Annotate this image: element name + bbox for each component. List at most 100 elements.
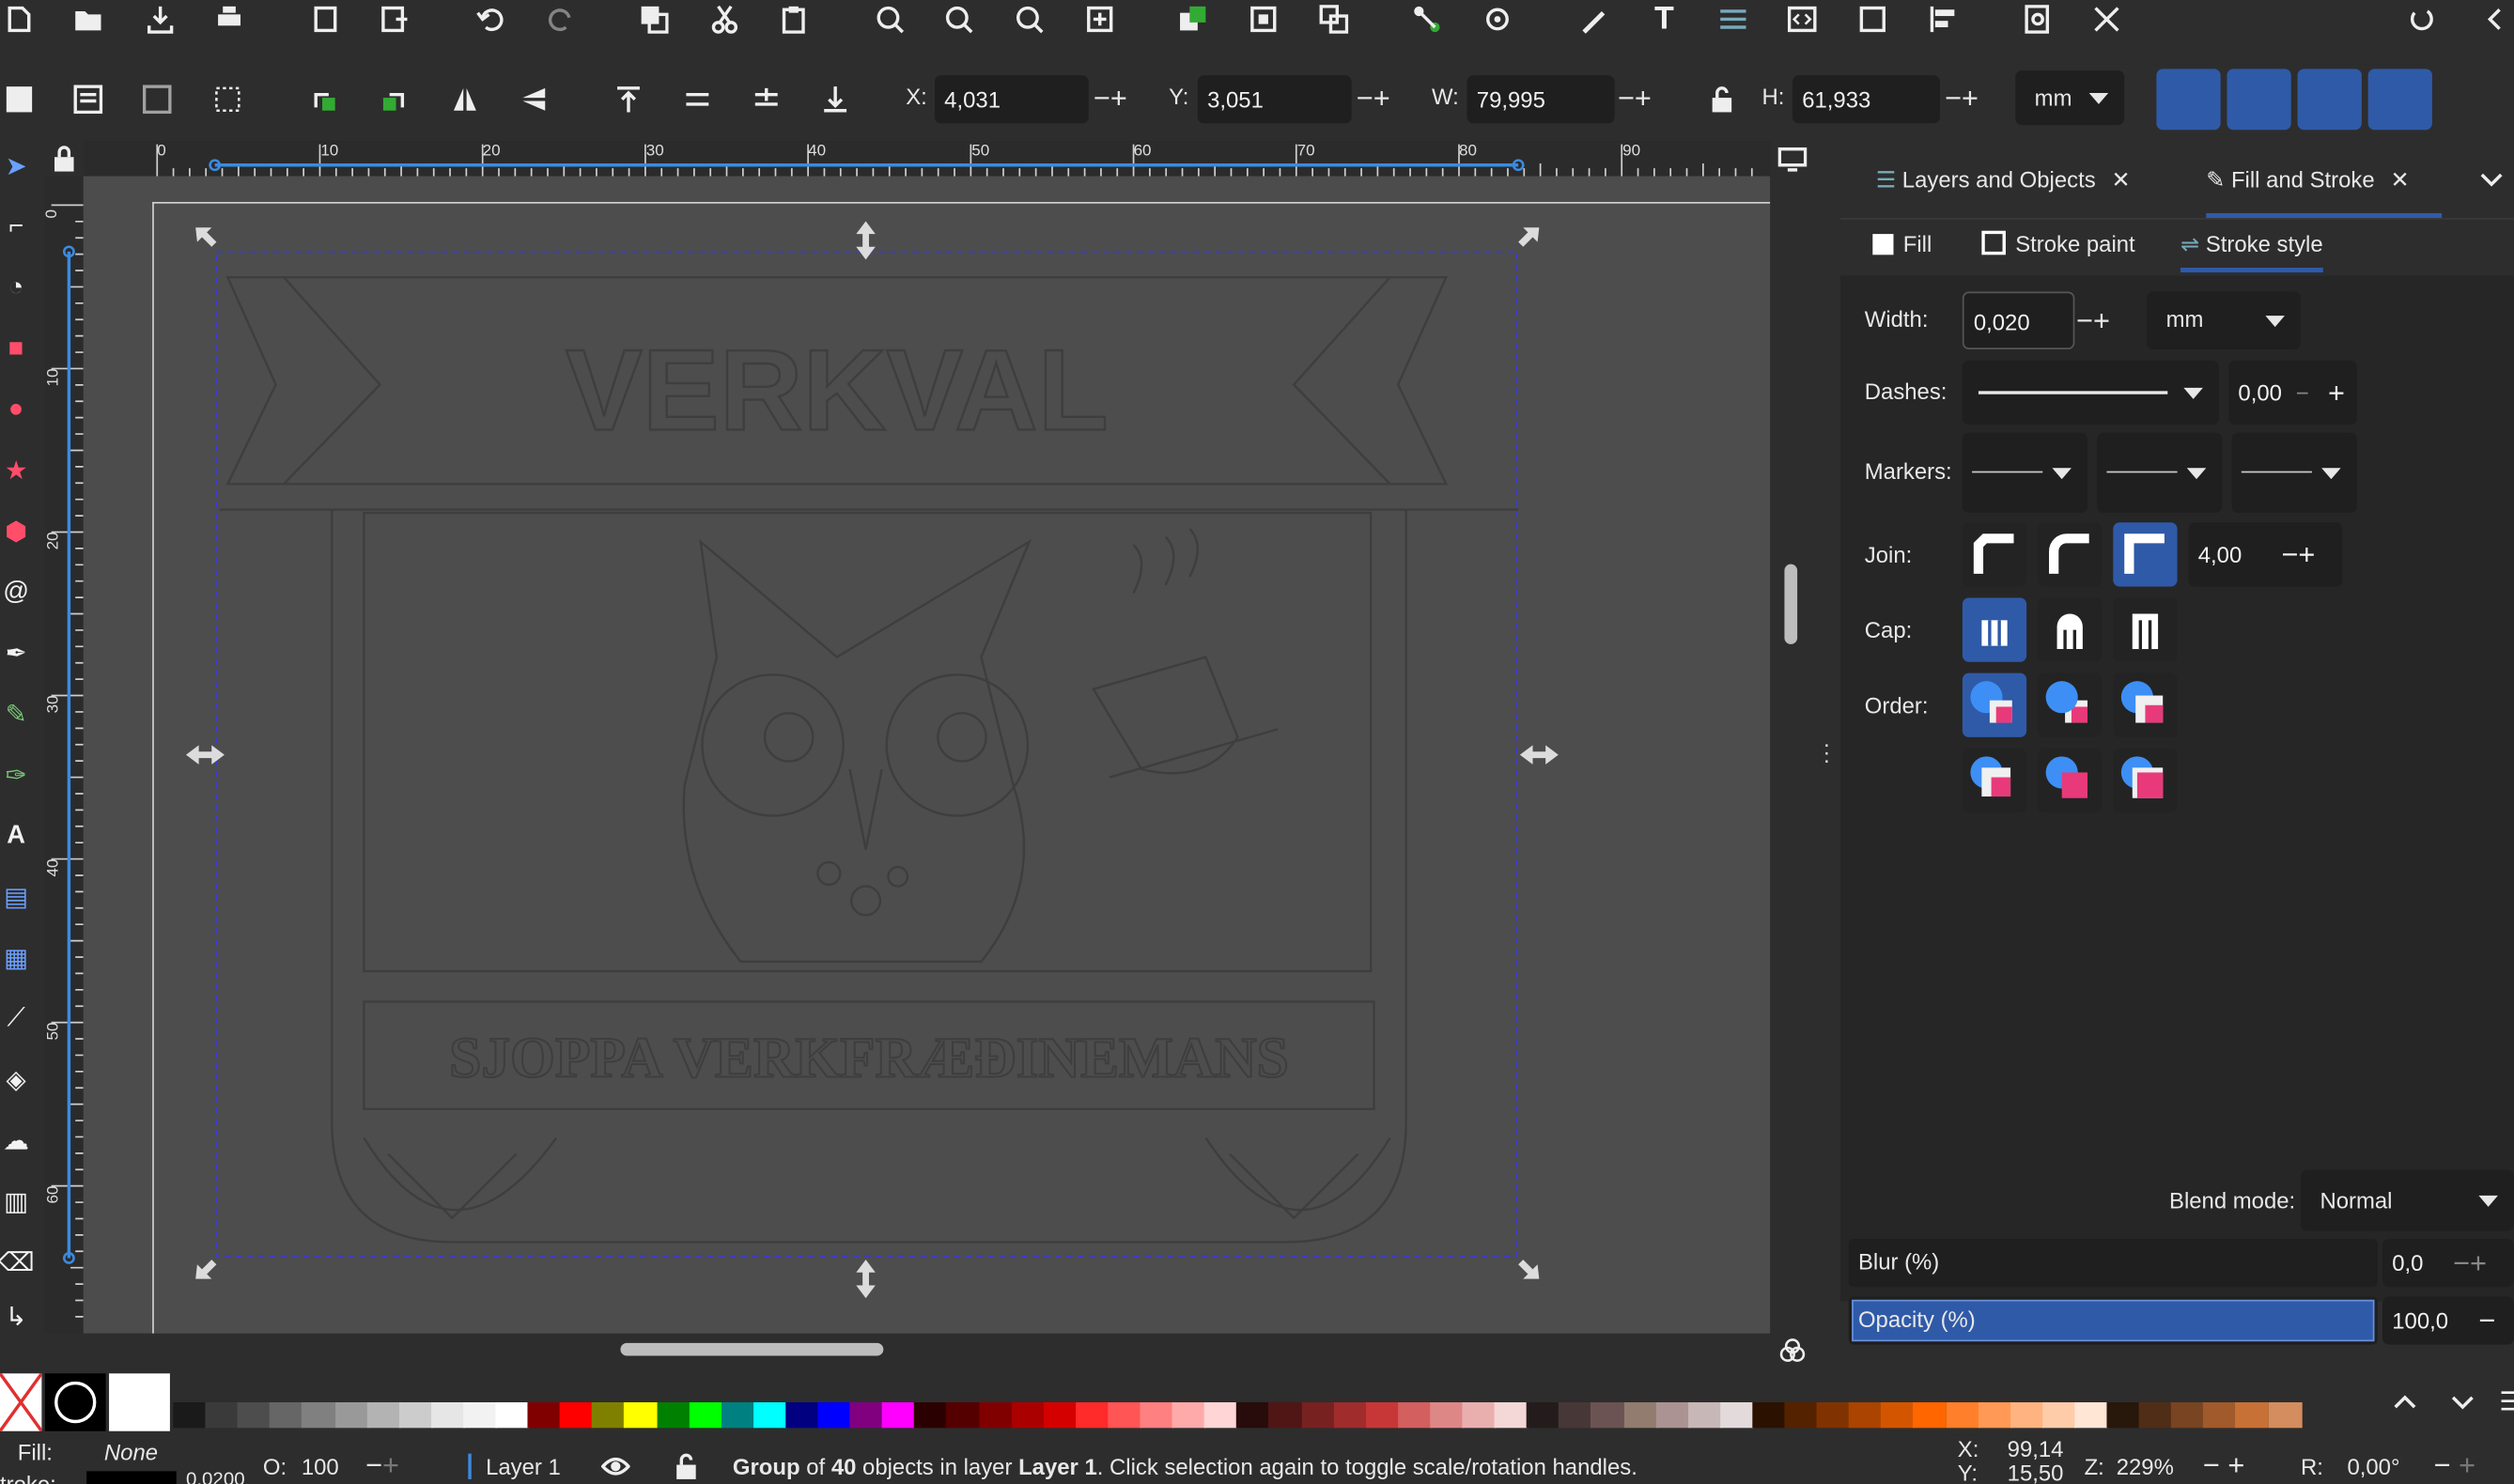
select-same-icon[interactable] — [211, 84, 243, 116]
palette-swatch[interactable] — [1622, 1402, 1657, 1429]
palette-swatch[interactable] — [689, 1402, 722, 1429]
palette-swatch[interactable] — [817, 1402, 852, 1429]
palette-swatch[interactable] — [849, 1402, 884, 1429]
palette-swatch[interactable] — [1333, 1402, 1368, 1429]
scale-corners-toggle[interactable] — [2227, 69, 2291, 131]
pencil-tool-icon[interactable]: ✎ — [0, 699, 32, 731]
ellipse-tool-icon[interactable]: ● — [0, 394, 32, 426]
y-stepper[interactable]: −+ — [1357, 73, 1390, 121]
opacity-stepper[interactable]: −+ — [365, 1448, 399, 1482]
palette-swatch[interactable] — [527, 1402, 562, 1429]
palette-swatch[interactable] — [2010, 1402, 2044, 1429]
save-icon[interactable] — [145, 3, 177, 35]
current-layer[interactable]: Layer 1 — [486, 1454, 561, 1479]
collapse-toolbar-icon[interactable] — [2478, 3, 2510, 35]
zoom-value[interactable]: 229% — [2117, 1454, 2174, 1479]
horizontal-ruler[interactable]: 0 10 20 30 40 50 60 70 80 90 — [83, 141, 1771, 178]
stroke-width-stepper[interactable]: −+ — [2076, 297, 2110, 345]
eraser-tool-icon[interactable]: ⌫ — [0, 1247, 34, 1279]
palette-swatch[interactable] — [334, 1402, 368, 1429]
ungroup-icon[interactable] — [1318, 3, 1350, 35]
palette-swatch[interactable] — [2235, 1402, 2270, 1429]
join-miter-button[interactable] — [2113, 522, 2178, 587]
stroke-swatch[interactable] — [86, 1471, 177, 1484]
panel-resize-handle[interactable]: · · · — [1823, 733, 1830, 771]
palette-swatch[interactable] — [237, 1402, 272, 1429]
palette-swatch[interactable] — [1462, 1402, 1497, 1429]
palette-swatch[interactable] — [1140, 1402, 1174, 1429]
palette-swatch[interactable] — [2267, 1402, 2302, 1429]
horizontal-scrollbar[interactable] — [620, 1342, 884, 1356]
palette-swatch[interactable] — [398, 1402, 433, 1429]
select-all-layers-icon[interactable] — [72, 84, 104, 116]
dash-offset-input[interactable]: 0,00− + — [2228, 360, 2357, 425]
palette-swatch[interactable] — [1236, 1402, 1271, 1429]
no-paint-swatch[interactable] — [0, 1372, 43, 1432]
zoom-page-icon[interactable] — [1014, 3, 1046, 35]
preferences-icon[interactable] — [2090, 3, 2122, 35]
star-tool-icon[interactable]: ★ — [0, 456, 32, 487]
join-round-button[interactable] — [2038, 522, 2103, 587]
snap-icon[interactable] — [1482, 3, 1513, 35]
raise-icon[interactable] — [1177, 3, 1209, 35]
blur-slider[interactable]: Blur (%) — [1848, 1238, 2378, 1288]
chevron-down-icon[interactable] — [2446, 1386, 2478, 1418]
palette-swatch[interactable] — [559, 1402, 594, 1429]
export-icon[interactable] — [379, 3, 411, 35]
palette-swatch[interactable] — [1430, 1402, 1464, 1429]
palette-swatch[interactable] — [302, 1402, 336, 1429]
mid-marker-select[interactable] — [2097, 432, 2223, 514]
palette-swatch[interactable] — [1203, 1402, 1238, 1429]
stroke-width-value[interactable]: 0,0200 — [186, 1468, 245, 1484]
zoom-drawing-icon[interactable] — [942, 3, 974, 35]
raise-icon[interactable] — [681, 84, 713, 116]
palette-swatch[interactable] — [1978, 1402, 2012, 1429]
spiral-tool-icon[interactable]: @ — [0, 577, 32, 609]
zoom-selection-icon[interactable] — [874, 3, 906, 35]
pen-tool-icon[interactable]: ✒ — [0, 638, 32, 670]
palette-swatch[interactable] — [2203, 1402, 2238, 1429]
x-input[interactable]: 4,031 — [934, 75, 1089, 124]
tab-layers-objects[interactable]: ☰ Layers and Objects ✕ — [1876, 141, 2131, 218]
close-icon[interactable]: ✕ — [2112, 166, 2131, 192]
display-mode-icon[interactable] — [1777, 143, 1808, 175]
palette-swatch[interactable] — [1687, 1402, 1722, 1429]
tweak-tool-icon[interactable]: ☁ — [0, 1125, 32, 1157]
group-icon[interactable] — [1248, 3, 1280, 35]
order-normal-button[interactable] — [1962, 672, 2027, 737]
palette-swatch[interactable] — [173, 1402, 208, 1429]
palette-swatch[interactable] — [205, 1402, 240, 1429]
palette-swatch[interactable] — [463, 1402, 497, 1429]
end-marker-select[interactable] — [2231, 432, 2357, 514]
xml-editor-pen-icon[interactable] — [1577, 3, 1609, 35]
import-icon[interactable] — [309, 3, 341, 35]
flip-vertical-icon[interactable] — [518, 84, 550, 116]
order-markers-stroke-fill-button[interactable] — [2038, 748, 2103, 813]
vertical-ruler[interactable]: 0 10 20 30 40 50 60 — [44, 176, 84, 1334]
palette-swatch[interactable] — [1752, 1402, 1786, 1429]
3d-box-tool-icon[interactable]: ⬢ — [0, 516, 32, 548]
x-stepper[interactable]: −+ — [1094, 73, 1127, 121]
palette-swatch[interactable] — [430, 1402, 465, 1429]
guide-lock-icon[interactable] — [48, 143, 80, 175]
vertical-scrollbar[interactable] — [1784, 564, 1798, 644]
subtab-fill[interactable]: Fill — [1872, 231, 1932, 256]
redo-icon[interactable] — [545, 3, 577, 35]
rotate-cw-icon[interactable] — [379, 84, 411, 116]
color-manage-icon[interactable] — [1777, 1337, 1808, 1368]
unlock-icon[interactable] — [670, 1450, 702, 1482]
palette-swatch[interactable] — [2138, 1402, 2173, 1429]
shape-builder-icon[interactable]: ◔ — [0, 272, 32, 304]
flip-horizontal-icon[interactable] — [449, 84, 481, 116]
text-tool-icon[interactable]: A — [0, 821, 32, 853]
cap-square-button[interactable] — [2113, 597, 2178, 662]
gradient-tool-icon[interactable]: ▤ — [0, 881, 32, 913]
palette-swatch[interactable] — [2041, 1402, 2076, 1429]
dash-pattern-select[interactable] — [1962, 360, 2219, 425]
palette-swatch[interactable] — [881, 1402, 916, 1429]
palette-swatch[interactable] — [753, 1402, 787, 1429]
rotate-ccw-icon[interactable] — [308, 84, 340, 116]
zoom-stepper[interactable]: − + — [2203, 1448, 2244, 1482]
palette-swatch[interactable] — [2106, 1402, 2141, 1429]
palette-swatch[interactable] — [1719, 1402, 1754, 1429]
